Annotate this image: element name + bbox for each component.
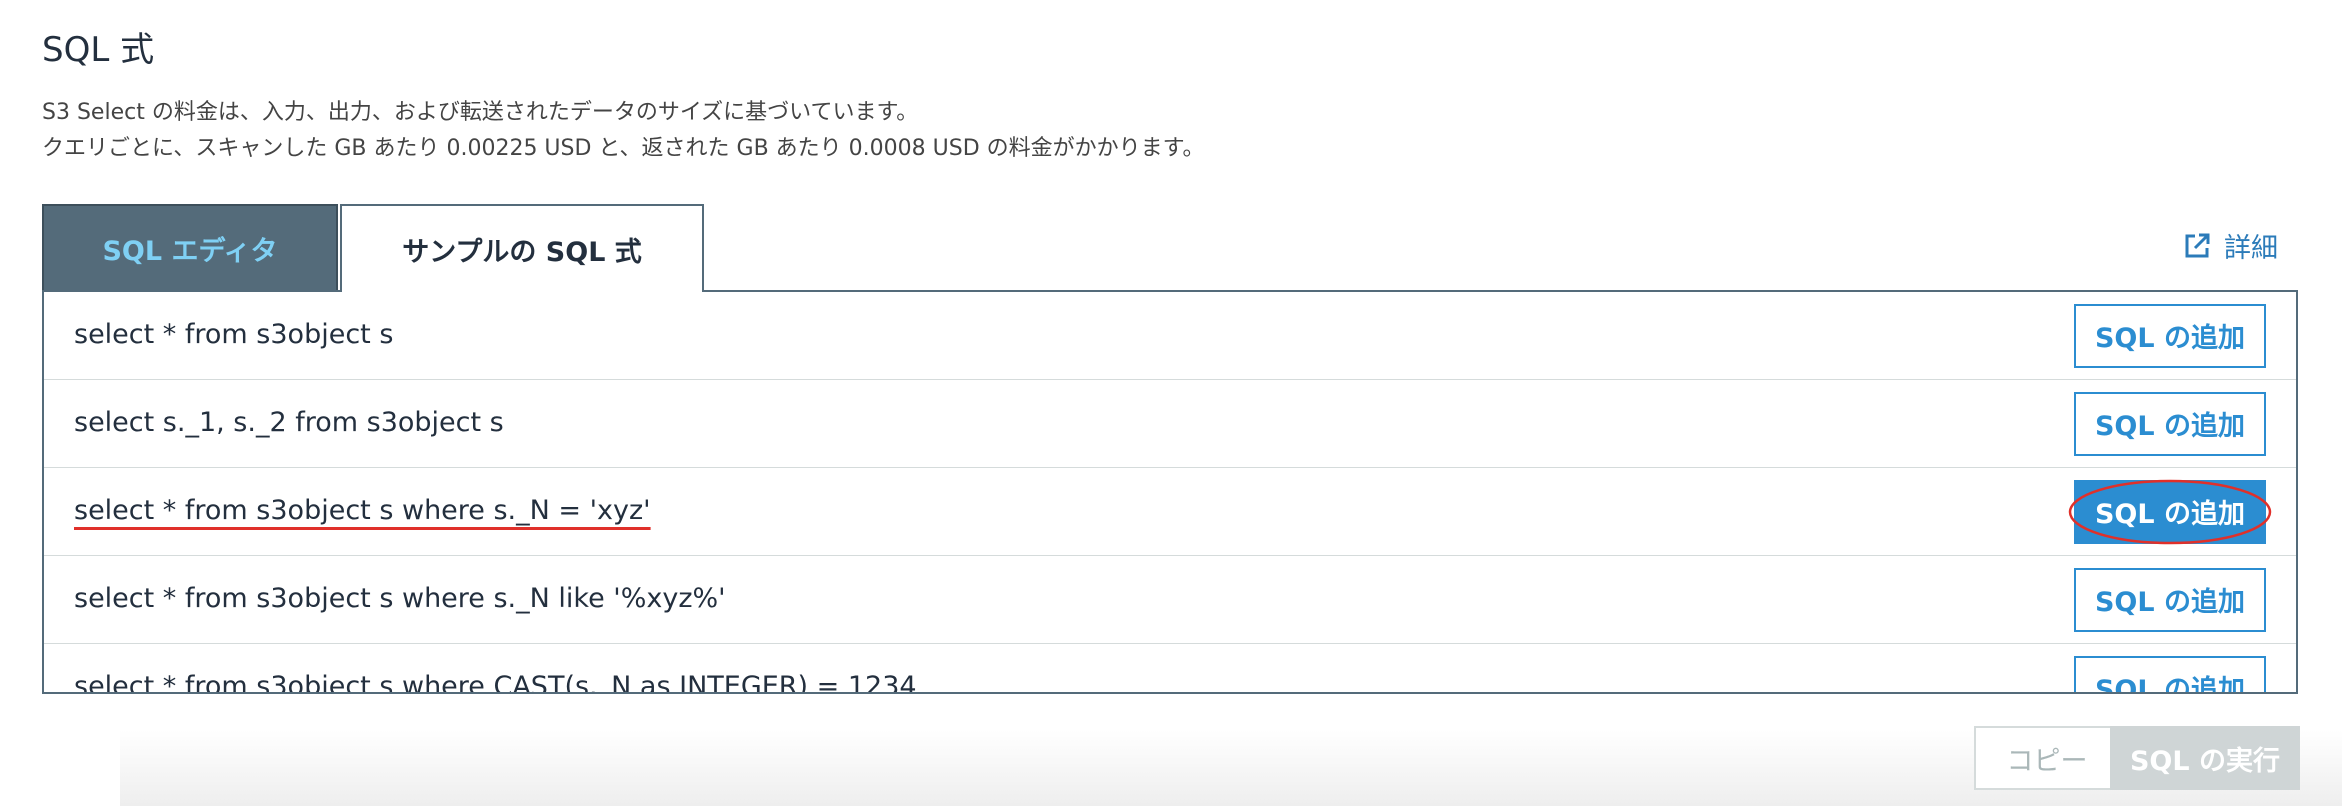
add-sql-button[interactable]: SQL の追加	[2074, 479, 2266, 544]
section-title: SQL 式	[42, 30, 155, 70]
sql-sample-text: select * from s3object s	[74, 319, 394, 351]
list-item: select * from s3object s SQL の追加	[44, 292, 2296, 380]
list-item: select * from s3object s where CAST(s._N…	[44, 644, 2296, 694]
list-item: select s._1, s._2 from s3object s SQL の追…	[44, 380, 2296, 468]
sql-sample-text: select s._1, s._2 from s3object s	[74, 407, 504, 439]
sql-sample-text: select * from s3object s where s._N like…	[74, 583, 726, 615]
sql-sample-text: select * from s3object s where s._N = 'x…	[74, 495, 651, 527]
details-link-label: 詳細	[2224, 233, 2278, 264]
add-sql-button[interactable]: SQL の追加	[2074, 391, 2266, 456]
tab-sql-editor[interactable]: SQL エディタ	[42, 204, 338, 290]
sql-expression-page: SQL 式 S3 Select の料金は、入力、出力、および転送されたデータのサ…	[0, 0, 2342, 806]
sample-sql-list: select * from s3object s SQL の追加 select …	[42, 290, 2298, 694]
pricing-description-line1: S3 Select の料金は、入力、出力、および転送されたデータのサイズに基づい…	[42, 100, 919, 125]
pricing-description-line2: クエリごとに、スキャンした GB あたり 0.00225 USD と、返された …	[42, 136, 1205, 161]
tab-sample-sql[interactable]: サンプルの SQL 式	[340, 204, 704, 292]
add-sql-button[interactable]: SQL の追加	[2074, 655, 2266, 692]
add-sql-button[interactable]: SQL の追加	[2074, 303, 2266, 368]
sql-sample-text: select * from s3object s where CAST(s._N…	[74, 671, 917, 694]
list-item: select * from s3object s where s._N like…	[44, 556, 2296, 644]
list-item: select * from s3object s where s._N = 'x…	[44, 468, 2296, 556]
copy-button[interactable]: コピー	[1974, 726, 2120, 790]
run-sql-button[interactable]: SQL の実行	[2110, 726, 2300, 790]
external-link-icon	[2185, 233, 2210, 257]
details-link[interactable]: 詳細	[2182, 226, 2278, 265]
add-sql-button[interactable]: SQL の追加	[2074, 567, 2266, 632]
